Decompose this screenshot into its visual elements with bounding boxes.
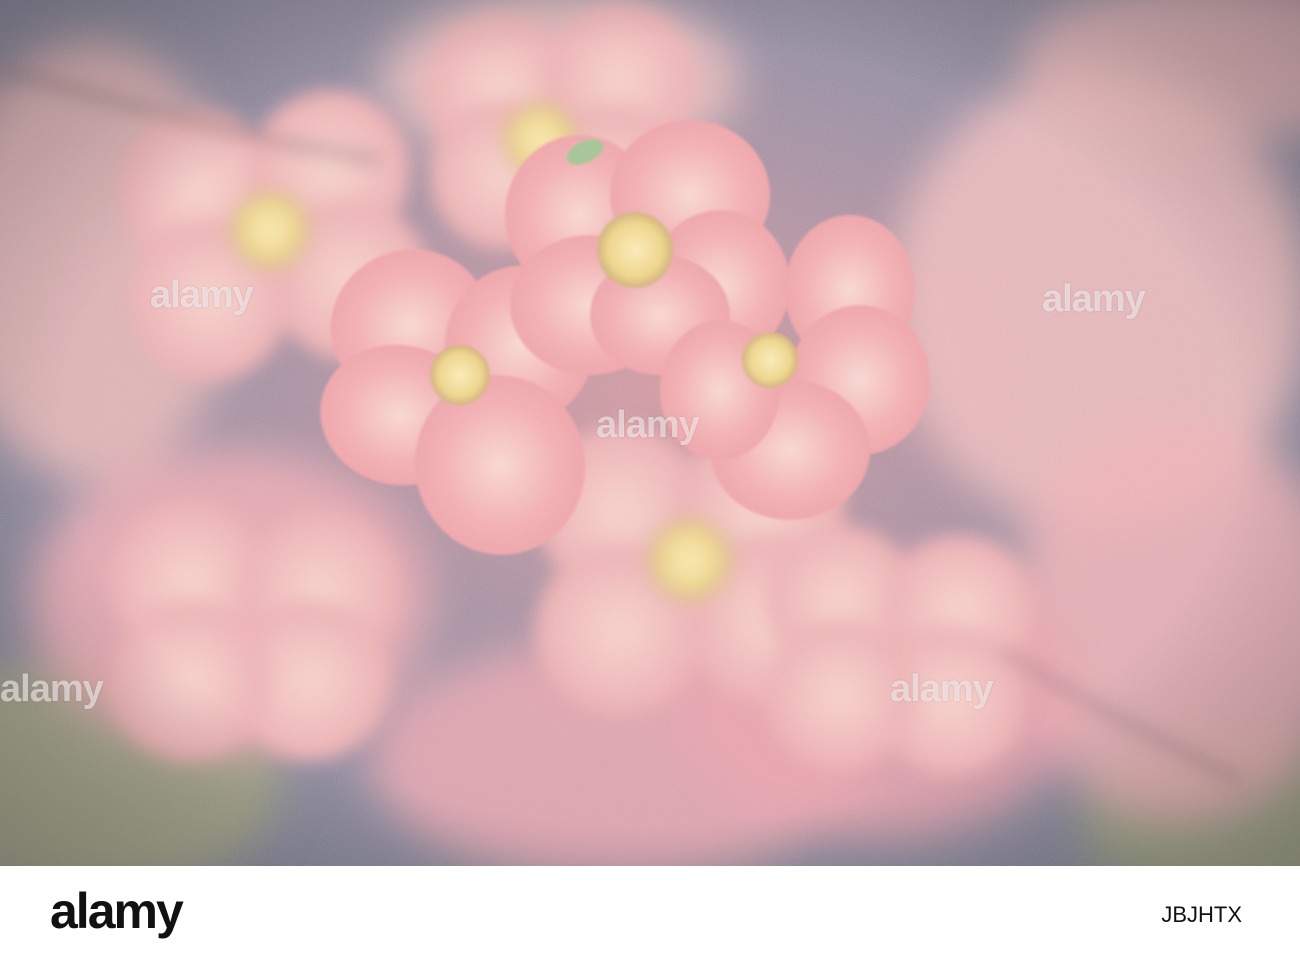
footer-bar: alamy JBJHTX: [0, 866, 1300, 956]
stock-photo-frame: alamy alamy alamy alamy alamy alamy JBJH…: [0, 0, 1300, 956]
vignette: [0, 0, 1300, 866]
image-id: JBJHTX: [1161, 902, 1242, 927]
blossom-photo-image: [0, 0, 1300, 866]
blossom-photo: alamy alamy alamy alamy alamy: [0, 0, 1300, 866]
alamy-logo[interactable]: alamy: [50, 882, 184, 940]
